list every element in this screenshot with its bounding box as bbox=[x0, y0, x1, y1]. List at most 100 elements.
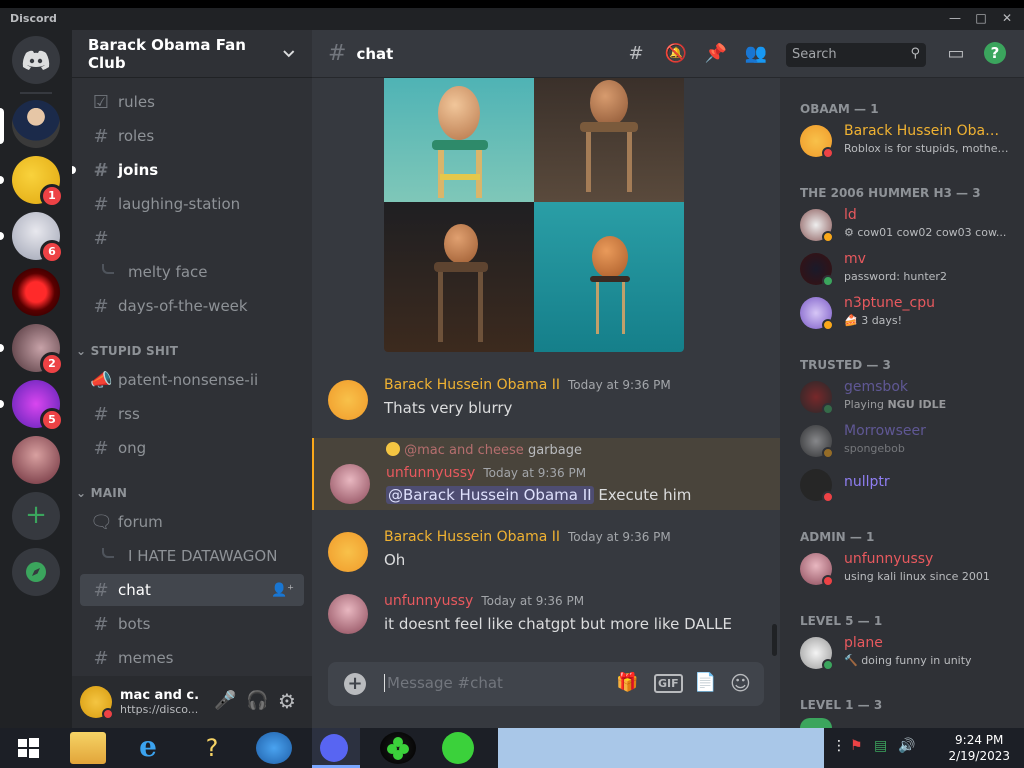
hash-icon: # bbox=[93, 403, 109, 425]
hash-icon: # bbox=[93, 159, 109, 181]
channel-chat[interactable]: # chat 👤⁺ bbox=[80, 574, 304, 606]
channel-bots[interactable]: # bots bbox=[80, 608, 304, 640]
reply-preview[interactable]: @mac and cheese garbage bbox=[386, 442, 582, 458]
internet-explorer-icon[interactable]: e bbox=[130, 732, 166, 764]
member-item[interactable]: n3ptune_cpu 🍰 3 days! bbox=[800, 292, 1016, 334]
member-item[interactable]: Morrowseer spongebob bbox=[800, 420, 1016, 462]
user-mention[interactable]: @Barack Hussein Obama II bbox=[386, 486, 594, 504]
generated-image-2[interactable] bbox=[534, 78, 684, 202]
channel-forum[interactable]: 🗨 forum bbox=[80, 506, 304, 538]
mute-mic-icon[interactable]: 🎤 bbox=[214, 690, 236, 711]
member-item[interactable]: ld ⚙ cow01 cow02 cow03 cow... bbox=[800, 204, 1016, 246]
message-author[interactable]: unfunnyussy Today at 9:36 PM bbox=[384, 593, 584, 609]
taskbar: e ? ⋮ ⚑ ▤ 🔊 9:24 PM 2/19/2023 bbox=[0, 728, 1024, 768]
image-attachment[interactable] bbox=[384, 78, 684, 352]
user-avatar[interactable] bbox=[80, 686, 114, 720]
category-main[interactable]: ⌄ MAIN bbox=[76, 486, 127, 500]
explore-servers-button[interactable] bbox=[12, 548, 60, 596]
generated-image-4[interactable] bbox=[534, 202, 684, 352]
message-timestamp: Today at 9:36 PM bbox=[568, 530, 671, 544]
member-item[interactable]: unfunnyussy using kali linux since 2001 bbox=[800, 548, 1016, 590]
member-item[interactable]: mv password: hunter2 bbox=[800, 248, 1016, 290]
home-button[interactable] bbox=[12, 36, 60, 84]
generated-image-3[interactable] bbox=[384, 202, 534, 352]
server-header[interactable]: Barack Obama Fan Club bbox=[72, 30, 312, 78]
guild-barack-obama-fan-club[interactable] bbox=[12, 100, 60, 148]
discord-taskbar-button[interactable] bbox=[312, 728, 360, 768]
message-composer[interactable]: + Message #chat 🎁 GIF 📄 ☺ bbox=[328, 662, 764, 706]
guild-icon[interactable]: 5 bbox=[12, 380, 64, 432]
member-list-icon[interactable]: 👥 bbox=[744, 42, 768, 66]
thread-melty-face[interactable]: melty face bbox=[80, 256, 304, 288]
channel-days-of-the-week[interactable]: # days-of-the-week bbox=[80, 290, 304, 322]
channel-unnamed[interactable]: # bbox=[80, 222, 304, 254]
member-item[interactable]: Barack Hussein Obam... Roblox is for stu… bbox=[800, 120, 1016, 162]
message-author[interactable]: unfunnyussy Today at 9:36 PM bbox=[386, 465, 586, 481]
member-list: OBAAM — 1 Barack Hussein Obam... Roblox … bbox=[780, 78, 1024, 728]
member-avatar[interactable] bbox=[800, 718, 832, 728]
file-explorer-icon[interactable] bbox=[70, 732, 106, 764]
avatar[interactable] bbox=[328, 594, 368, 634]
minimize-button[interactable]: — bbox=[946, 11, 964, 27]
pin-icon[interactable]: 📌 bbox=[704, 42, 728, 66]
avatar[interactable] bbox=[328, 532, 368, 572]
member-item[interactable]: gemsbok Playing NGU IDLE bbox=[800, 376, 1016, 418]
channel-joins[interactable]: # joins bbox=[80, 154, 304, 186]
avatar[interactable] bbox=[328, 380, 368, 420]
threads-icon[interactable]: # bbox=[624, 42, 648, 66]
guild-icon[interactable]: 1 bbox=[12, 156, 64, 208]
channel-laughing-station[interactable]: # laughing-station bbox=[80, 188, 304, 220]
message-author[interactable]: Barack Hussein Obama II Today at 9:36 PM bbox=[384, 377, 671, 393]
settings-gear-icon[interactable]: ⚙ bbox=[278, 689, 296, 713]
help-icon[interactable]: ? bbox=[984, 42, 1006, 64]
search-input[interactable]: Search ⚲ bbox=[786, 43, 926, 67]
message-timestamp: Today at 9:36 PM bbox=[568, 378, 671, 392]
green-clover-app-icon[interactable] bbox=[380, 732, 416, 764]
notification-bell-muted-icon[interactable]: 🔕 bbox=[664, 42, 688, 66]
channel-memes[interactable]: # memes bbox=[80, 642, 304, 674]
channel-rules[interactable]: ☑ rules bbox=[80, 86, 304, 118]
generated-image-1[interactable] bbox=[384, 78, 534, 202]
guild-sex[interactable] bbox=[12, 436, 60, 484]
start-button[interactable] bbox=[8, 732, 48, 764]
overflow-menu-icon[interactable]: ⋮ bbox=[832, 738, 846, 754]
network-icon[interactable]: ▤ bbox=[874, 738, 887, 754]
invite-member-icon[interactable]: 👤⁺ bbox=[271, 583, 294, 598]
system-clock[interactable]: 9:24 PM 2/19/2023 bbox=[948, 732, 1010, 764]
notes-app-icon[interactable] bbox=[442, 732, 474, 764]
channel-rss[interactable]: # rss bbox=[80, 398, 304, 430]
guild-icon[interactable]: 6 bbox=[12, 212, 64, 264]
sticker-icon[interactable]: 📄 bbox=[694, 672, 716, 693]
mention-badge: 5 bbox=[40, 408, 64, 432]
hash-icon: # bbox=[93, 613, 109, 635]
dnd-status-icon bbox=[102, 708, 114, 720]
channel-patent-nonsense-ii[interactable]: 📣 patent-nonsense-ii bbox=[80, 364, 304, 396]
user-status: https://disco... bbox=[120, 703, 199, 716]
inbox-icon[interactable]: ▭ bbox=[944, 42, 968, 66]
message-input[interactable]: Message #chat bbox=[384, 674, 503, 692]
channel-ong[interactable]: # ong bbox=[80, 432, 304, 464]
scrollbar[interactable] bbox=[772, 624, 777, 656]
maximize-button[interactable]: □ bbox=[972, 11, 990, 27]
avatar[interactable] bbox=[330, 464, 370, 504]
category-stupid-shit[interactable]: ⌄ STUPID SHIT bbox=[76, 344, 178, 358]
close-button[interactable]: ✕ bbox=[998, 11, 1016, 27]
gift-icon[interactable]: 🎁 bbox=[616, 672, 638, 693]
thread-i-hate-datawagon[interactable]: I HATE DATAWAGON bbox=[80, 540, 304, 572]
headphones-icon[interactable]: 🎧 bbox=[246, 690, 268, 711]
action-center-flag-icon[interactable]: ⚑ bbox=[850, 738, 863, 754]
volume-icon[interactable]: 🔊 bbox=[898, 738, 915, 754]
guild-icon[interactable] bbox=[12, 268, 60, 316]
taskbar-window-preview[interactable] bbox=[498, 728, 824, 768]
member-item[interactable]: plane 🔨 doing funny in unity bbox=[800, 632, 1016, 674]
member-item[interactable]: nullptr bbox=[800, 464, 1016, 506]
help-document-icon[interactable]: ? bbox=[194, 732, 230, 764]
fish-app-icon[interactable] bbox=[256, 732, 292, 764]
add-server-button[interactable]: + bbox=[12, 492, 60, 540]
gif-button[interactable]: GIF bbox=[654, 674, 683, 693]
message-author[interactable]: Barack Hussein Obama II Today at 9:36 PM bbox=[384, 529, 671, 545]
emoji-icon[interactable]: ☺ bbox=[730, 671, 751, 695]
upload-plus-icon[interactable]: + bbox=[344, 673, 366, 695]
channel-roles[interactable]: # roles bbox=[80, 120, 304, 152]
guild-icon[interactable]: 2 bbox=[12, 324, 64, 376]
